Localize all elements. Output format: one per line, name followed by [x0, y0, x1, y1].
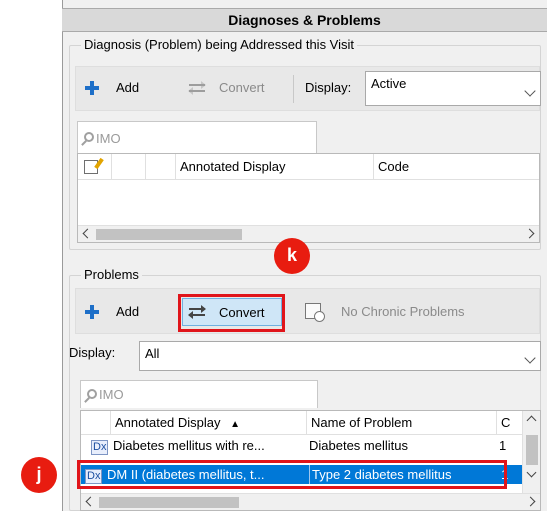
diagnosis-add-button[interactable]: Add — [85, 80, 139, 95]
dx-icon: Dx — [91, 440, 109, 455]
diagnosis-grid-header: Annotated Display Code — [78, 154, 539, 180]
scroll-right-icon[interactable] — [524, 228, 535, 239]
scroll-left-icon[interactable] — [82, 228, 93, 239]
toolbar-divider — [293, 75, 294, 103]
callout-k: k — [274, 238, 310, 274]
diagnosis-convert-button[interactable]: Convert — [188, 80, 265, 95]
column-annotated-display[interactable]: Annotated Display ▲ — [111, 411, 307, 434]
scroll-thumb[interactable] — [99, 497, 239, 508]
convert-highlight — [178, 294, 285, 332]
selected-row-highlight — [77, 460, 507, 489]
scroll-thumb[interactable] — [526, 435, 538, 465]
diagnosis-hscroll[interactable] — [78, 225, 539, 242]
table-row[interactable]: Dx Diabetes mellitus with re... Diabetes… — [81, 436, 522, 455]
diagnosis-toolbar: Add Convert Display: Active — [75, 66, 541, 111]
problems-legend: Problems — [81, 267, 142, 282]
no-chronic-problems-button[interactable]: No Chronic Problems — [305, 303, 465, 322]
row-name-of-problem: Diabetes mellitus — [309, 438, 408, 453]
note-column[interactable] — [78, 154, 112, 179]
scroll-up-icon[interactable] — [526, 415, 537, 426]
blank-column-2 — [146, 154, 176, 179]
callout-j: j — [21, 457, 57, 493]
scroll-right-icon[interactable] — [525, 496, 536, 507]
scroll-left-icon[interactable] — [85, 496, 96, 507]
chronic-problems-icon — [305, 303, 325, 322]
diagnosis-legend: Diagnosis (Problem) being Addressed this… — [81, 37, 358, 52]
row-annotated-display: Diabetes mellitus with re... — [113, 438, 265, 453]
diagnosis-display-label: Display: — [305, 80, 352, 95]
search-icon — [87, 388, 97, 399]
problems-toolbar: Add Convert No Chronic Problems — [75, 288, 540, 334]
scroll-down-icon[interactable] — [526, 467, 537, 478]
plus-icon — [85, 80, 99, 95]
blank-column — [112, 154, 146, 179]
convert-icon — [188, 80, 207, 95]
problems-display-select[interactable]: All — [139, 341, 541, 371]
blank-column — [81, 411, 111, 434]
problems-display-label: Display: — [69, 345, 116, 360]
row-c: 1 — [499, 438, 507, 453]
chevron-down-icon — [524, 84, 536, 97]
problems-add-button[interactable]: Add — [85, 304, 139, 319]
sort-ascending-icon: ▲ — [230, 419, 241, 430]
panel-title: Diagnoses & Problems — [62, 8, 547, 32]
scroll-thumb[interactable] — [96, 229, 242, 240]
note-icon — [84, 160, 98, 174]
diagnosis-display-select[interactable]: Active — [365, 71, 541, 106]
chevron-down-icon — [524, 352, 536, 364]
column-name-of-problem[interactable]: Name of Problem — [307, 411, 497, 434]
problems-hscroll[interactable] — [81, 493, 540, 510]
column-c[interactable]: C — [497, 411, 524, 434]
plus-icon — [85, 304, 99, 319]
problems-grid-header: Annotated Display ▲ Name of Problem C — [81, 411, 540, 435]
column-annotated-display[interactable]: Annotated Display — [176, 154, 374, 179]
problems-vscroll[interactable] — [522, 411, 540, 493]
diagnosis-search-input[interactable]: IMO — [77, 121, 317, 154]
column-code[interactable]: Code — [374, 154, 540, 179]
diagnosis-grid: Annotated Display Code — [77, 153, 540, 243]
problems-search-input[interactable]: IMO — [80, 380, 318, 408]
search-icon — [84, 132, 94, 142]
